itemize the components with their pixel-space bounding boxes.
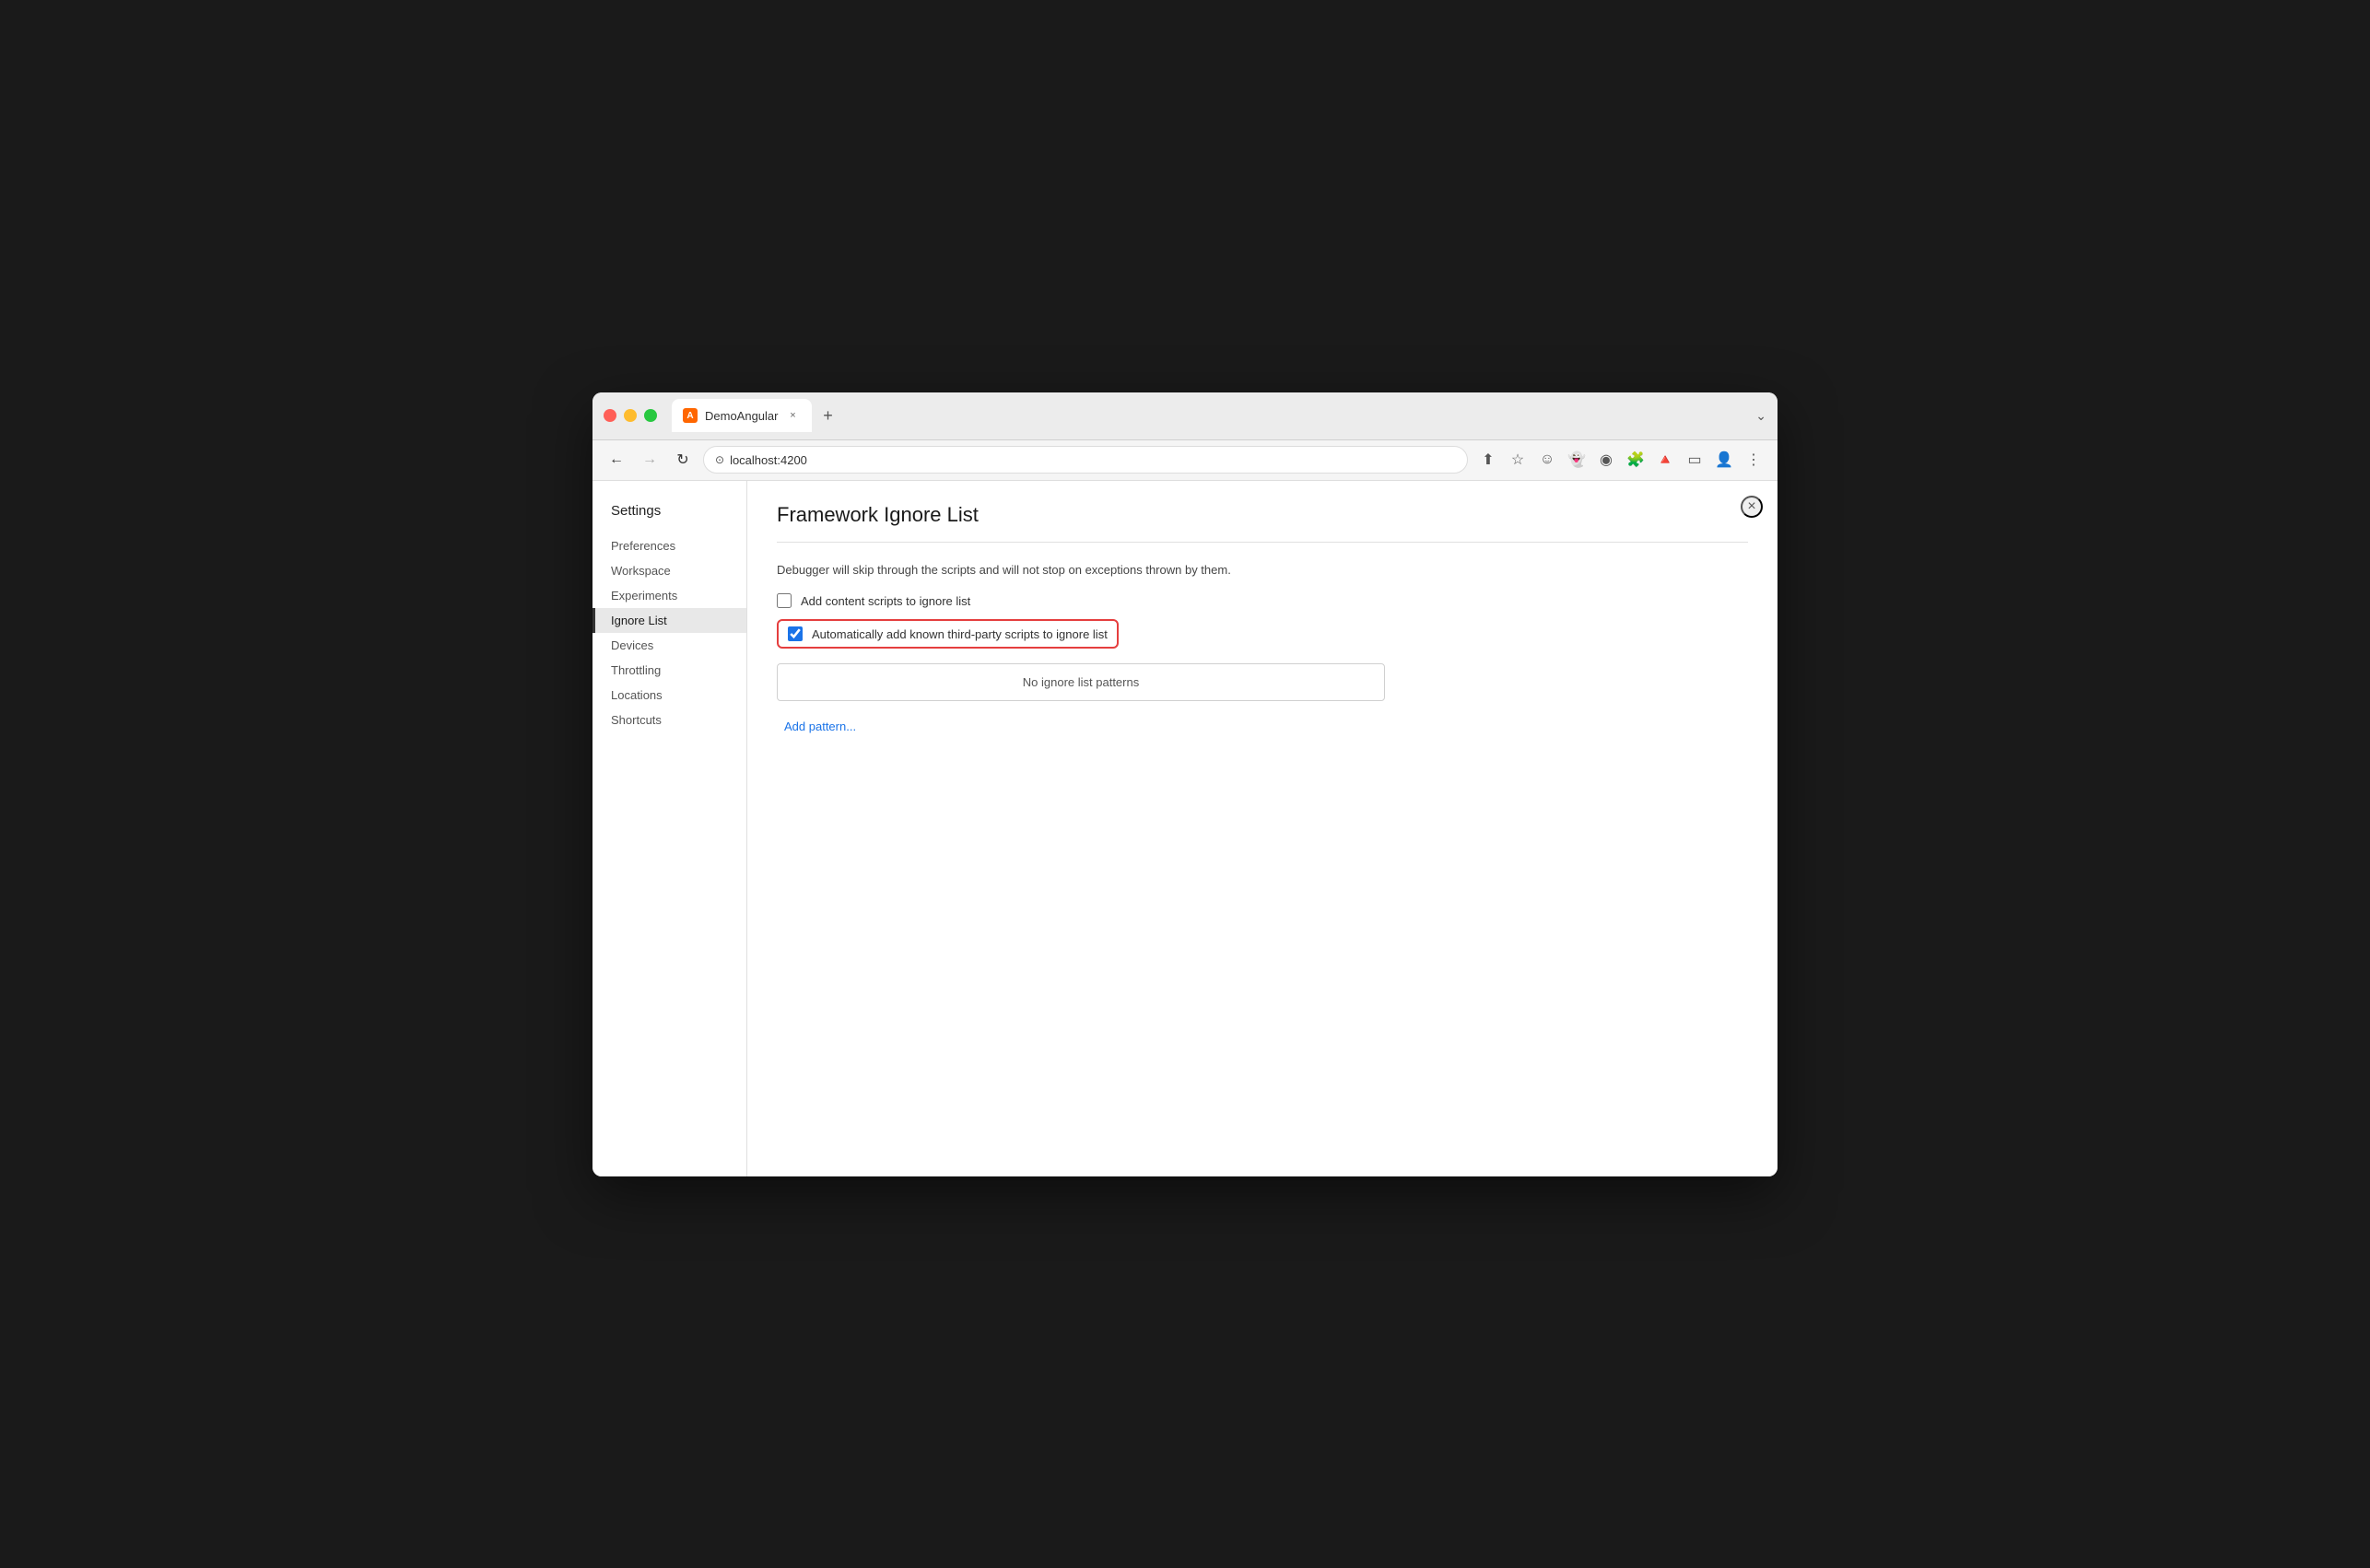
settings-page-title: Framework Ignore List bbox=[777, 503, 1748, 527]
active-tab[interactable]: A DemoAngular × bbox=[672, 399, 812, 432]
sidebar-item-shortcuts[interactable]: Shortcuts bbox=[592, 708, 746, 732]
tab-close-button[interactable]: × bbox=[786, 408, 801, 423]
settings-divider bbox=[777, 542, 1748, 543]
settings-dialog: Settings Preferences Workspace Experimen… bbox=[592, 481, 1778, 1176]
new-tab-button[interactable]: + bbox=[815, 403, 841, 428]
patterns-empty-text: No ignore list patterns bbox=[1023, 675, 1139, 689]
face-icon[interactable]: ☺ bbox=[1534, 447, 1560, 473]
auto-add-scripts-label: Automatically add known third-party scri… bbox=[812, 627, 1108, 641]
auto-add-scripts-checkbox[interactable] bbox=[788, 626, 803, 641]
auto-add-scripts-option: Automatically add known third-party scri… bbox=[777, 619, 1119, 649]
sidebar-item-workspace[interactable]: Workspace bbox=[592, 558, 746, 583]
profile-icon[interactable]: 👤 bbox=[1711, 447, 1737, 473]
maximize-traffic-light[interactable] bbox=[644, 409, 657, 422]
settings-close-button[interactable]: × bbox=[1741, 496, 1763, 518]
add-content-scripts-option: Add content scripts to ignore list bbox=[777, 593, 1748, 608]
address-text: localhost:4200 bbox=[730, 453, 807, 467]
traffic-lights bbox=[604, 409, 657, 422]
add-pattern-button[interactable]: Add pattern... bbox=[777, 716, 863, 737]
tab-favicon: A bbox=[683, 408, 698, 423]
minimize-traffic-light[interactable] bbox=[624, 409, 637, 422]
settings-content: × Framework Ignore List Debugger will sk… bbox=[747, 481, 1778, 1176]
tab-title: DemoAngular bbox=[705, 409, 779, 423]
forward-button[interactable]: → bbox=[637, 447, 663, 473]
refresh-button[interactable]: ↻ bbox=[670, 447, 696, 473]
sidebar-item-ignore-list[interactable]: Ignore List bbox=[592, 608, 746, 633]
devtools-panel: Settings Preferences Workspace Experimen… bbox=[592, 481, 1778, 1176]
nav-bar: ← → ↻ ⊙ localhost:4200 ⬆ ☆ ☺ 👻 ◉ 🧩 🔺 ▭ 👤… bbox=[592, 440, 1778, 481]
add-content-scripts-label: Add content scripts to ignore list bbox=[801, 594, 970, 608]
sidebar-icon[interactable]: ▭ bbox=[1682, 447, 1707, 473]
puzzle-icon[interactable]: 🧩 bbox=[1623, 447, 1648, 473]
sidebar-item-locations[interactable]: Locations bbox=[592, 683, 746, 708]
auto-add-scripts-wrapper: Automatically add known third-party scri… bbox=[777, 619, 1748, 649]
lens-icon[interactable]: ◉ bbox=[1593, 447, 1619, 473]
sidebar-item-preferences[interactable]: Preferences bbox=[592, 533, 746, 558]
settings-description: Debugger will skip through the scripts a… bbox=[777, 561, 1748, 579]
content-area: + − Settings Preferences Workspace Exper… bbox=[592, 481, 1778, 1176]
tab-bar: A DemoAngular × + bbox=[672, 399, 1755, 432]
patterns-box: No ignore list patterns bbox=[777, 663, 1385, 701]
flask-icon[interactable]: 🔺 bbox=[1652, 447, 1678, 473]
settings-sidebar-title: Settings bbox=[592, 496, 746, 533]
title-bar: A DemoAngular × + ⌄ bbox=[592, 392, 1778, 440]
ghost-icon[interactable]: 👻 bbox=[1564, 447, 1590, 473]
close-traffic-light[interactable] bbox=[604, 409, 616, 422]
back-button[interactable]: ← bbox=[604, 447, 629, 473]
window-chevron-icon[interactable]: ⌄ bbox=[1755, 408, 1766, 424]
bookmark-icon[interactable]: ☆ bbox=[1505, 447, 1531, 473]
menu-icon[interactable]: ⋮ bbox=[1741, 447, 1766, 473]
nav-actions: ⬆ ☆ ☺ 👻 ◉ 🧩 🔺 ▭ 👤 ⋮ bbox=[1475, 447, 1766, 473]
share-icon[interactable]: ⬆ bbox=[1475, 447, 1501, 473]
sidebar-item-throttling[interactable]: Throttling bbox=[592, 658, 746, 683]
address-bar[interactable]: ⊙ localhost:4200 bbox=[703, 446, 1468, 474]
lock-icon: ⊙ bbox=[715, 453, 724, 466]
settings-sidebar: Settings Preferences Workspace Experimen… bbox=[592, 481, 747, 1176]
sidebar-item-devices[interactable]: Devices bbox=[592, 633, 746, 658]
add-content-scripts-checkbox[interactable] bbox=[777, 593, 792, 608]
sidebar-item-experiments[interactable]: Experiments bbox=[592, 583, 746, 608]
window-controls: ⌄ bbox=[1755, 408, 1766, 424]
browser-window: A DemoAngular × + ⌄ ← → ↻ ⊙ bbox=[592, 392, 1778, 1176]
